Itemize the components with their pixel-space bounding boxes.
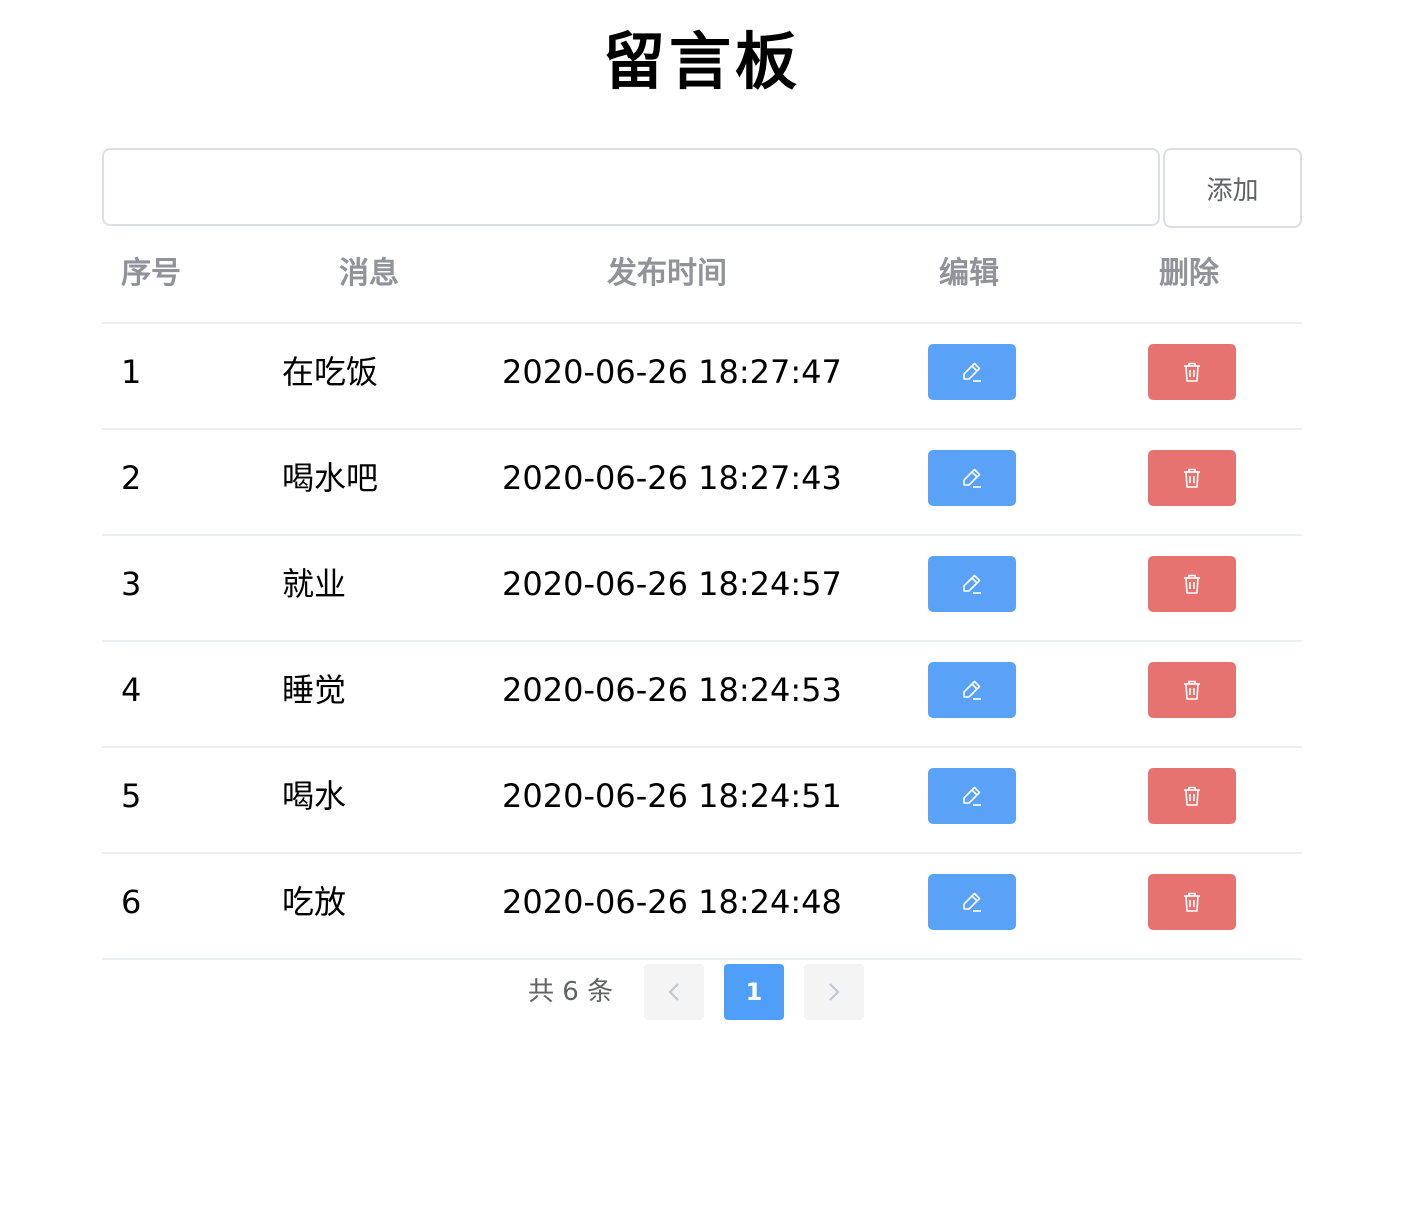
edit-button[interactable] xyxy=(928,344,1016,400)
edit-button[interactable] xyxy=(928,662,1016,718)
row-index: 3 xyxy=(121,565,142,603)
trash-icon xyxy=(1184,468,1200,488)
add-message-form: 添加 xyxy=(102,148,1302,228)
message-table: 序号 消息 发布时间 编辑 删除 1 在吃饭 2020-06-26 18:27:47… xyxy=(102,228,1302,960)
header-edit: 编辑 xyxy=(939,256,999,291)
delete-button[interactable] xyxy=(1148,450,1236,506)
header-time: 发布时间 xyxy=(607,256,727,291)
table-header: 序号 消息 发布时间 编辑 删除 xyxy=(102,228,1302,324)
row-time: 2020-06-26 18:24:53 xyxy=(502,671,842,709)
total-count: 共 6 条 xyxy=(528,977,614,1007)
row-message: 喝水吧 xyxy=(282,459,379,497)
row-message: 就业 xyxy=(282,565,347,603)
header-message: 消息 xyxy=(339,256,399,291)
edit-button[interactable] xyxy=(928,556,1016,612)
pencil-icon xyxy=(963,786,981,806)
row-index: 4 xyxy=(121,671,142,709)
delete-button[interactable] xyxy=(1148,344,1236,400)
delete-button[interactable] xyxy=(1148,662,1236,718)
table-row: 2 喝水吧 2020-06-26 18:27:43 xyxy=(102,430,1302,536)
pencil-icon xyxy=(963,892,981,912)
row-index: 2 xyxy=(121,459,142,497)
row-time: 2020-06-26 18:24:48 xyxy=(502,883,842,921)
page-1-button[interactable]: 1 xyxy=(724,964,784,1020)
trash-icon xyxy=(1184,680,1200,700)
trash-icon xyxy=(1184,892,1200,912)
trash-icon xyxy=(1184,786,1200,806)
pagination: 共 6 条 1 xyxy=(0,964,1410,1020)
row-message: 吃放 xyxy=(282,883,347,921)
row-time: 2020-06-26 18:24:57 xyxy=(502,565,842,603)
table-row: 3 就业 2020-06-26 18:24:57 xyxy=(102,536,1302,642)
pencil-icon xyxy=(963,362,981,382)
header-index: 序号 xyxy=(121,256,181,291)
row-message: 喝水 xyxy=(282,777,347,815)
header-delete: 删除 xyxy=(1159,256,1219,291)
row-time: 2020-06-26 18:27:43 xyxy=(502,459,842,497)
trash-icon xyxy=(1184,574,1200,594)
edit-button[interactable] xyxy=(928,768,1016,824)
row-message: 在吃饭 xyxy=(282,353,379,391)
chevron-right-icon xyxy=(829,983,840,1001)
chevron-left-icon xyxy=(668,983,679,1001)
row-index: 1 xyxy=(121,353,142,391)
pencil-icon xyxy=(963,680,981,700)
table-row: 6 吃放 2020-06-26 18:24:48 xyxy=(102,854,1302,960)
page-title: 留言板 xyxy=(602,25,801,98)
table-row: 5 喝水 2020-06-26 18:24:51 xyxy=(102,748,1302,854)
table-row: 4 睡觉 2020-06-26 18:24:53 xyxy=(102,642,1302,748)
add-button[interactable]: 添加 xyxy=(1163,148,1302,228)
row-index: 6 xyxy=(121,883,142,921)
row-message: 睡觉 xyxy=(282,671,347,709)
pencil-icon xyxy=(963,574,981,594)
trash-icon xyxy=(1184,362,1200,382)
row-time: 2020-06-26 18:24:51 xyxy=(502,777,842,815)
delete-button[interactable] xyxy=(1148,556,1236,612)
edit-button[interactable] xyxy=(928,874,1016,930)
next-page-button[interactable] xyxy=(804,964,864,1020)
row-time: 2020-06-26 18:27:47 xyxy=(502,353,842,391)
message-input[interactable] xyxy=(102,148,1160,226)
delete-button[interactable] xyxy=(1148,768,1236,824)
prev-page-button[interactable] xyxy=(644,964,704,1020)
row-index: 5 xyxy=(121,777,142,815)
table-body: 1 在吃饭 2020-06-26 18:27:47 2 喝水吧 2020-06-26 18… xyxy=(102,324,1302,960)
table-row: 1 在吃饭 2020-06-26 18:27:47 xyxy=(102,324,1302,430)
edit-button[interactable] xyxy=(928,450,1016,506)
pencil-icon xyxy=(963,468,981,488)
delete-button[interactable] xyxy=(1148,874,1236,930)
